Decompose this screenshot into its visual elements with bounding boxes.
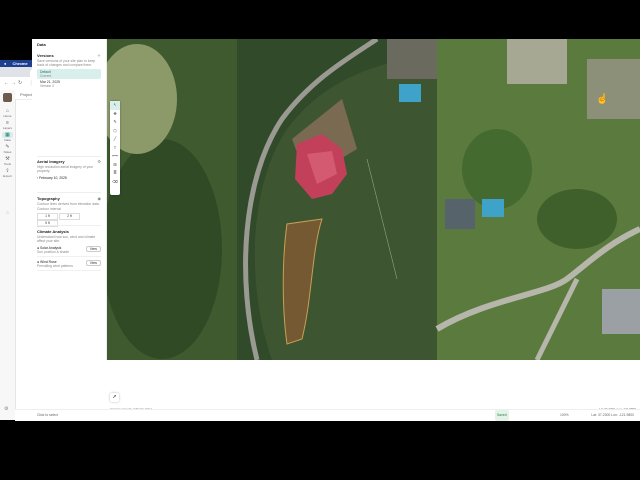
aerial-settings-icon[interactable]: ⚙ [97,159,101,164]
draw-tool-icon[interactable]: ✎ [110,118,120,127]
rail-label: Layers [2,126,12,130]
pan-tool-icon[interactable]: ✥ [110,110,120,119]
rail-label: Home [3,114,12,118]
aerial-map-image [107,39,640,360]
rail-label: Tools [3,162,11,166]
version-item-sub: Version 2 [40,84,55,88]
back-icon[interactable]: ← [4,80,9,86]
rail-item-layers[interactable]: ≡ Layers [0,120,15,130]
contour-interval-label: Contour interval [37,207,61,211]
topography-section: Topography ◉ Contour lines derived from … [37,196,101,227]
rail-item-home[interactable]: ⌂ Home [0,108,15,118]
rail-label: Notes [3,150,12,154]
version-item[interactable]: Mar 21, 2025 Version 2 [37,79,101,89]
versions-title: Versions [37,53,54,58]
compass-icon: ➚ [112,394,117,400]
chevron-right-icon: › [37,176,39,180]
aerial-desc: High resolution aerial imagery of your p… [37,165,94,173]
climate-item-wind: ● Wind Rose Prevailing wind patterns Vie… [37,260,101,271]
help-icon: ◌ [6,210,9,216]
line-tool-icon[interactable]: ╱ [110,135,120,144]
apple-icon[interactable]: ● [4,61,6,66]
settings-icon[interactable]: ⚙ [4,406,8,412]
rail-item-data[interactable]: ▦ Data [0,132,15,142]
aerial-title: Aerial Imagery [37,159,65,164]
app-rail: ⌂ Home ≡ Layers ▦ Data ✎ Notes ⚒ Tools ⇪… [0,90,16,420]
select-tool-icon[interactable]: ↖ [110,101,120,110]
divider [37,225,101,226]
climate-section: Climate Analysis Understand how sun, win… [37,229,101,271]
text-tool-icon[interactable]: T [110,144,120,153]
divider [37,192,101,193]
map-canvas[interactable] [107,39,640,360]
hint-text: Click to select [37,413,58,417]
version-sub: Current [40,74,52,78]
panel-title-section: Data [37,42,101,47]
app-logo[interactable] [3,93,12,102]
topography-title: Topography [37,196,60,201]
version-item-default[interactable]: Default Current [37,69,101,79]
aerial-date-select[interactable]: › February 10, 2025 [37,176,101,180]
polygon-tool-icon[interactable]: ⬠ [110,127,120,136]
interval-option[interactable]: 1 ft [37,213,58,220]
topography-toggle-icon[interactable]: ◉ [98,196,102,201]
bottom-bar: Click to select Saved 100% Lat: 37.2300 … [15,409,640,421]
measure-tool-icon[interactable]: ⟷ [110,152,120,161]
bottom-coordinates: Lat: 37.2300 Lon: -121.9800 [591,413,634,417]
rail-item-export[interactable]: ⇪ Export [0,168,15,178]
rail-item-help[interactable]: ◌ [0,210,15,216]
zoom-level[interactable]: 100% [560,410,569,421]
mouse-cursor-icon: ☝ [596,94,609,105]
data-panel: Data Versions ＋ Save versions of your si… [32,39,107,360]
rail-item-tools[interactable]: ⚒ Tools [0,156,15,166]
versions-section: Versions ＋ Save versions of your site pl… [37,53,101,89]
add-version-icon[interactable]: ＋ [97,53,101,59]
interval-option[interactable]: 2 ft [59,213,80,220]
panel-title: Data [37,42,46,47]
reload-icon[interactable]: ↻ [18,80,22,86]
climate-title: Climate Analysis [37,229,69,234]
grid-tool-icon[interactable]: ⊞ [110,161,120,170]
rail-item-notes[interactable]: ✎ Notes [0,144,15,154]
erase-tool-icon[interactable]: ⌫ [110,178,120,187]
rail-label: Data [4,138,11,142]
forward-icon[interactable]: → [11,80,16,86]
save-status-badge: Saved [495,410,509,421]
layers-tool-icon[interactable]: ≣ [110,169,120,178]
view-solar-button[interactable]: View [85,246,101,252]
aerial-section: Aerial Imagery ⚙ High resolution aerial … [37,159,101,180]
climate-desc: Understand how sun, wind and climate aff… [37,235,96,243]
aerial-date: February 10, 2025 [39,176,67,180]
map-toolbar: ↖ ✥ ✎ ⬠ ╱ T ⟷ ⊞ ≣ ⌫ [110,101,120,195]
compass-button[interactable]: ➚ [110,393,119,402]
topography-desc: Contour lines derived from elevation dat… [37,202,100,206]
view-wind-button[interactable]: View [85,260,101,266]
divider [37,156,101,157]
climate-item-solar: ● Solar Analysis Sun position & shade Vi… [37,246,101,257]
menubar-app[interactable]: Chrome [13,61,28,66]
rail-label: Export [3,174,12,178]
versions-desc: Save versions of your site plan to keep … [37,59,96,67]
